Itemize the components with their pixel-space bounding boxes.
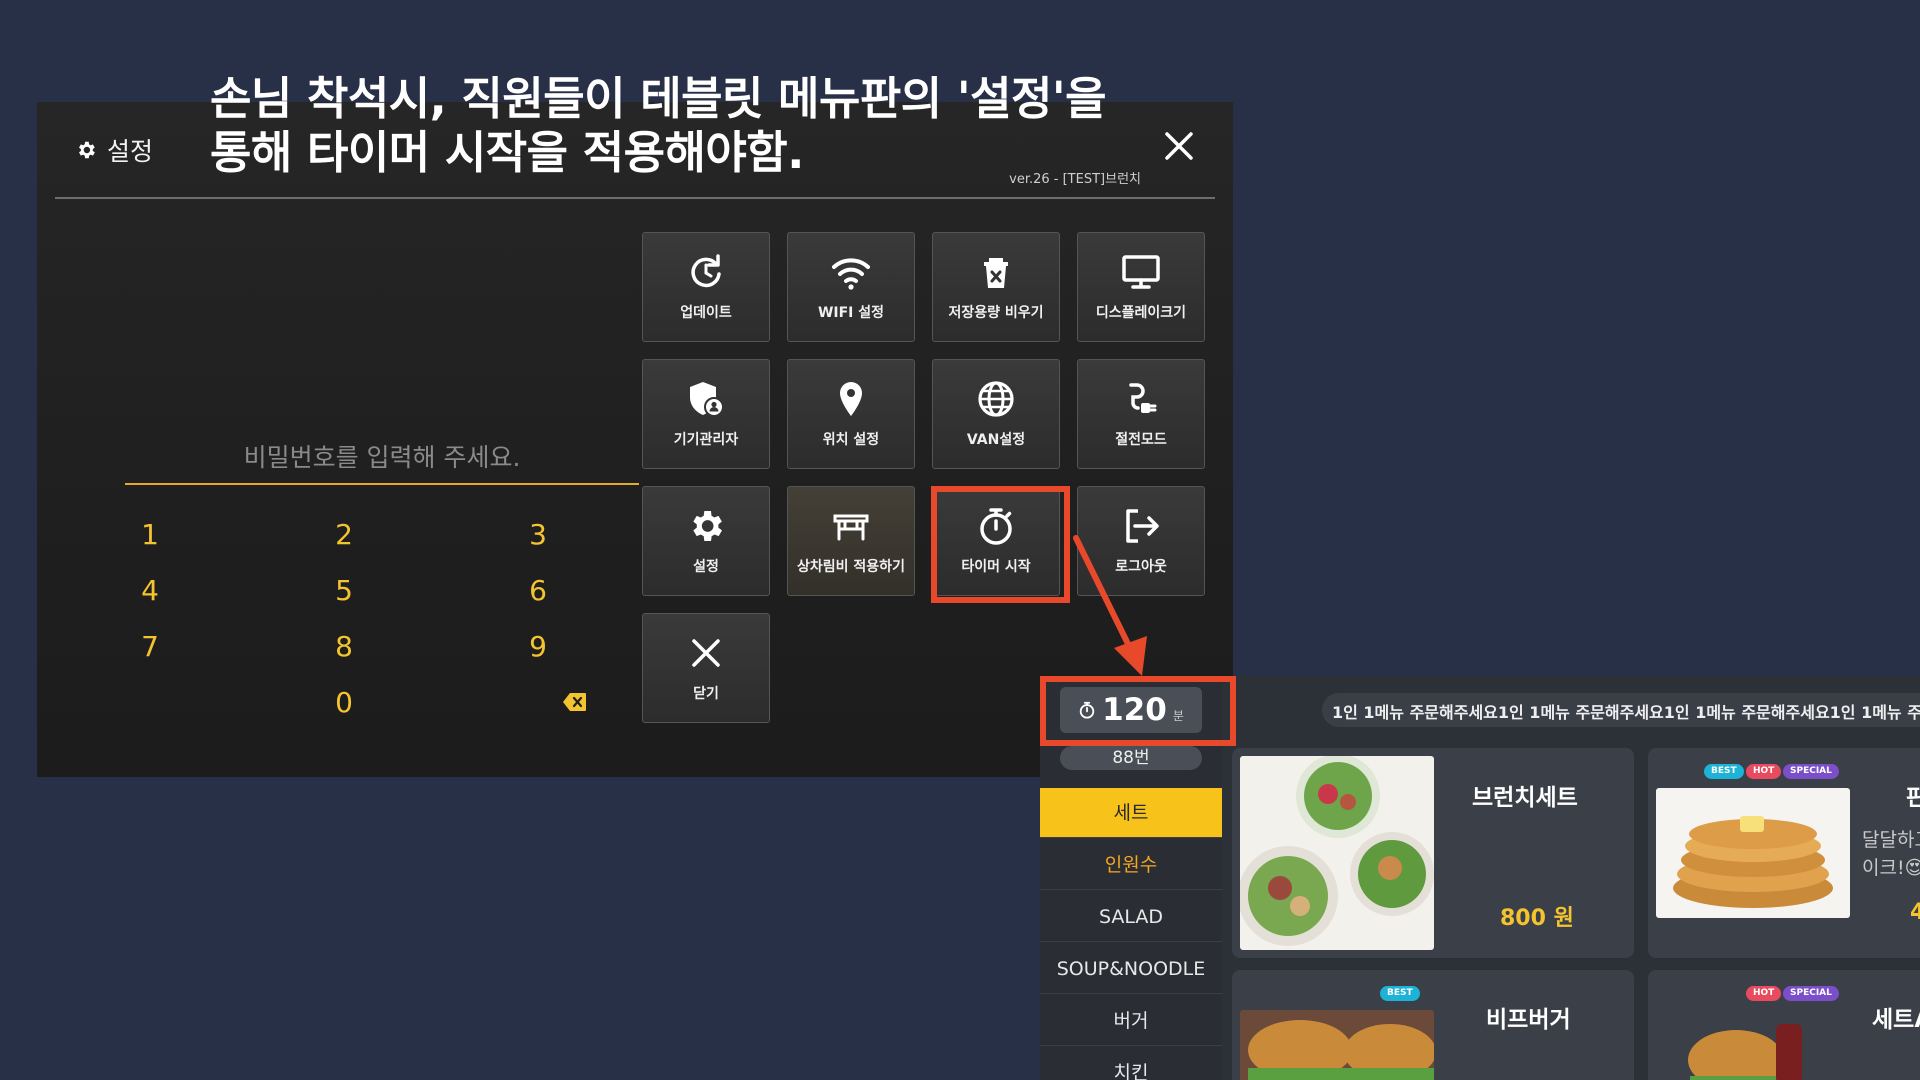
food-image	[1656, 788, 1850, 918]
food-image	[1240, 1010, 1434, 1080]
burger-set-image	[1688, 1024, 1802, 1080]
wifi-icon	[832, 258, 870, 290]
pancake-image	[1673, 816, 1833, 908]
badge-hot: HOT	[1746, 764, 1782, 779]
menu-name: 브런치세트	[1472, 785, 1578, 811]
tile-label: 위치 설정	[822, 432, 880, 448]
menu-price: 800 원	[1500, 906, 1574, 931]
menu-description-1: 달달하고	[1862, 829, 1920, 851]
food-image	[1240, 756, 1434, 950]
table-number: 88번	[1060, 746, 1202, 770]
badge-hot: HOT	[1746, 986, 1782, 1001]
burger-image	[1248, 1020, 1434, 1080]
tile-device-admin[interactable]: 기기관리자	[642, 359, 770, 469]
marquee-text: 1인 1메뉴 주문해주세요1인 1메뉴 주문해주세요1인 1메뉴 주문해주세요1…	[1332, 703, 1920, 722]
shield-user-icon	[690, 382, 724, 417]
table-icon	[833, 514, 869, 541]
gear-icon	[693, 511, 722, 541]
tile-label: 저장용량 비우기	[948, 305, 1044, 321]
badge-best: BEST	[1704, 764, 1744, 779]
tile-label: WIFI 설정	[817, 305, 885, 321]
category-salad[interactable]: SALAD	[1040, 892, 1222, 942]
badge-special: SPECIAL	[1783, 986, 1839, 1001]
menu-name: 세트A	[1872, 1007, 1920, 1033]
tile-close[interactable]: 닫기	[642, 613, 770, 723]
keypad-key-2[interactable]: 2	[299, 513, 389, 557]
keypad-key-8[interactable]: 8	[299, 625, 389, 669]
keypad-key-1[interactable]: 1	[105, 513, 195, 557]
caption-line-2: 통해 타이머 시작을 적용해야함.	[210, 126, 804, 179]
tile-display-size[interactable]: 디스플레이크기	[1077, 232, 1205, 342]
menu-card-beef-burger[interactable]: BEST 비프버거	[1232, 970, 1634, 1080]
plug-icon	[1129, 383, 1157, 413]
keypad-key-9[interactable]: 9	[493, 625, 583, 669]
menu-name: 비프버거	[1486, 1007, 1571, 1033]
tile-clear-storage[interactable]: 저장용량 비우기	[932, 232, 1060, 342]
tile-power-save[interactable]: 절전모드	[1077, 359, 1205, 469]
tile-table-setting-fee[interactable]: 상차림비 적용하기	[787, 486, 915, 596]
menu-card-pancake[interactable]: BEST HOT SPECIAL 판 달달하고 이크!😍 4,	[1648, 748, 1920, 958]
badge-special: SPECIAL	[1783, 764, 1839, 779]
timer-tile-highlight	[931, 486, 1070, 603]
category-burger[interactable]: 버거	[1040, 996, 1222, 1046]
category-set[interactable]: 세트	[1040, 788, 1222, 838]
keypad-key-5[interactable]: 5	[299, 569, 389, 613]
settings-title: 설정	[75, 132, 153, 168]
tile-label: 설정	[693, 559, 719, 575]
tile-wifi[interactable]: WIFI 설정	[787, 232, 915, 342]
category-soup-noodle[interactable]: SOUP&NOODLE	[1040, 944, 1222, 994]
keypad-key-3[interactable]: 3	[493, 513, 583, 557]
notice-marquee: 1인 1메뉴 주문해주세요1인 1메뉴 주문해주세요1인 1메뉴 주문해주세요1…	[1322, 693, 1920, 727]
menu-name: 판	[1906, 785, 1920, 811]
menu-card-set-a[interactable]: HOT SPECIAL 세트A	[1648, 970, 1920, 1080]
trash-icon	[984, 258, 1008, 288]
tile-label: 기기관리자	[673, 432, 739, 448]
timer-highlight	[1040, 676, 1236, 746]
food-image	[1656, 1010, 1850, 1080]
badge-best: BEST	[1380, 986, 1420, 1001]
tablet-menu-screen: 120 분 88번 세트 인원수 SALAD SOUP&NOODLE 버거 치킨…	[1040, 676, 1920, 1080]
salad-plates-image	[1240, 756, 1434, 946]
keypad-key-4[interactable]: 4	[105, 569, 195, 613]
close-icon	[692, 639, 720, 667]
tile-label: 업데이트	[680, 305, 732, 321]
tile-label: 닫기	[693, 686, 719, 702]
pointer-arrow-icon	[1073, 535, 1147, 676]
tile-update[interactable]: 업데이트	[642, 232, 770, 342]
tile-label: VAN설정	[966, 432, 1026, 448]
keypad-key-6[interactable]: 6	[493, 569, 583, 613]
settings-title-text: 설정	[107, 137, 154, 166]
menu-description-2: 이크!😍	[1862, 857, 1920, 879]
tile-location[interactable]: 위치 설정	[787, 359, 915, 469]
tile-settings[interactable]: 설정	[642, 486, 770, 596]
category-headcount[interactable]: 인원수	[1040, 840, 1222, 890]
tile-label: 디스플레이크기	[1095, 305, 1187, 321]
gear-icon	[79, 141, 95, 159]
tile-van[interactable]: VAN설정	[932, 359, 1060, 469]
globe-icon	[978, 381, 1014, 417]
caption-line-1: 손님 착석시, 직원들이 테블릿 메뉴판의 '설정'을	[210, 72, 1107, 125]
monitor-icon	[1122, 255, 1160, 289]
category-chicken[interactable]: 치킨	[1040, 1048, 1222, 1080]
password-underline	[125, 483, 639, 485]
password-input[interactable]: 비밀번호를 입력해 주세요.	[125, 438, 639, 474]
keypad-key-7[interactable]: 7	[105, 625, 195, 669]
location-pin-icon	[840, 382, 862, 416]
instruction-caption: 손님 착석시, 직원들이 테블릿 메뉴판의 '설정'을 통해 타이머 시작을 적…	[210, 72, 1190, 180]
menu-card-brunch-set[interactable]: 브런치세트 800 원	[1232, 748, 1634, 958]
menu-price: 4,	[1910, 900, 1920, 925]
backspace-icon[interactable]	[563, 692, 587, 712]
tile-label: 절전모드	[1115, 432, 1167, 448]
tile-label: 상차림비 적용하기	[797, 559, 905, 575]
refresh-icon	[691, 254, 721, 288]
keypad-key-0[interactable]: 0	[299, 681, 389, 725]
